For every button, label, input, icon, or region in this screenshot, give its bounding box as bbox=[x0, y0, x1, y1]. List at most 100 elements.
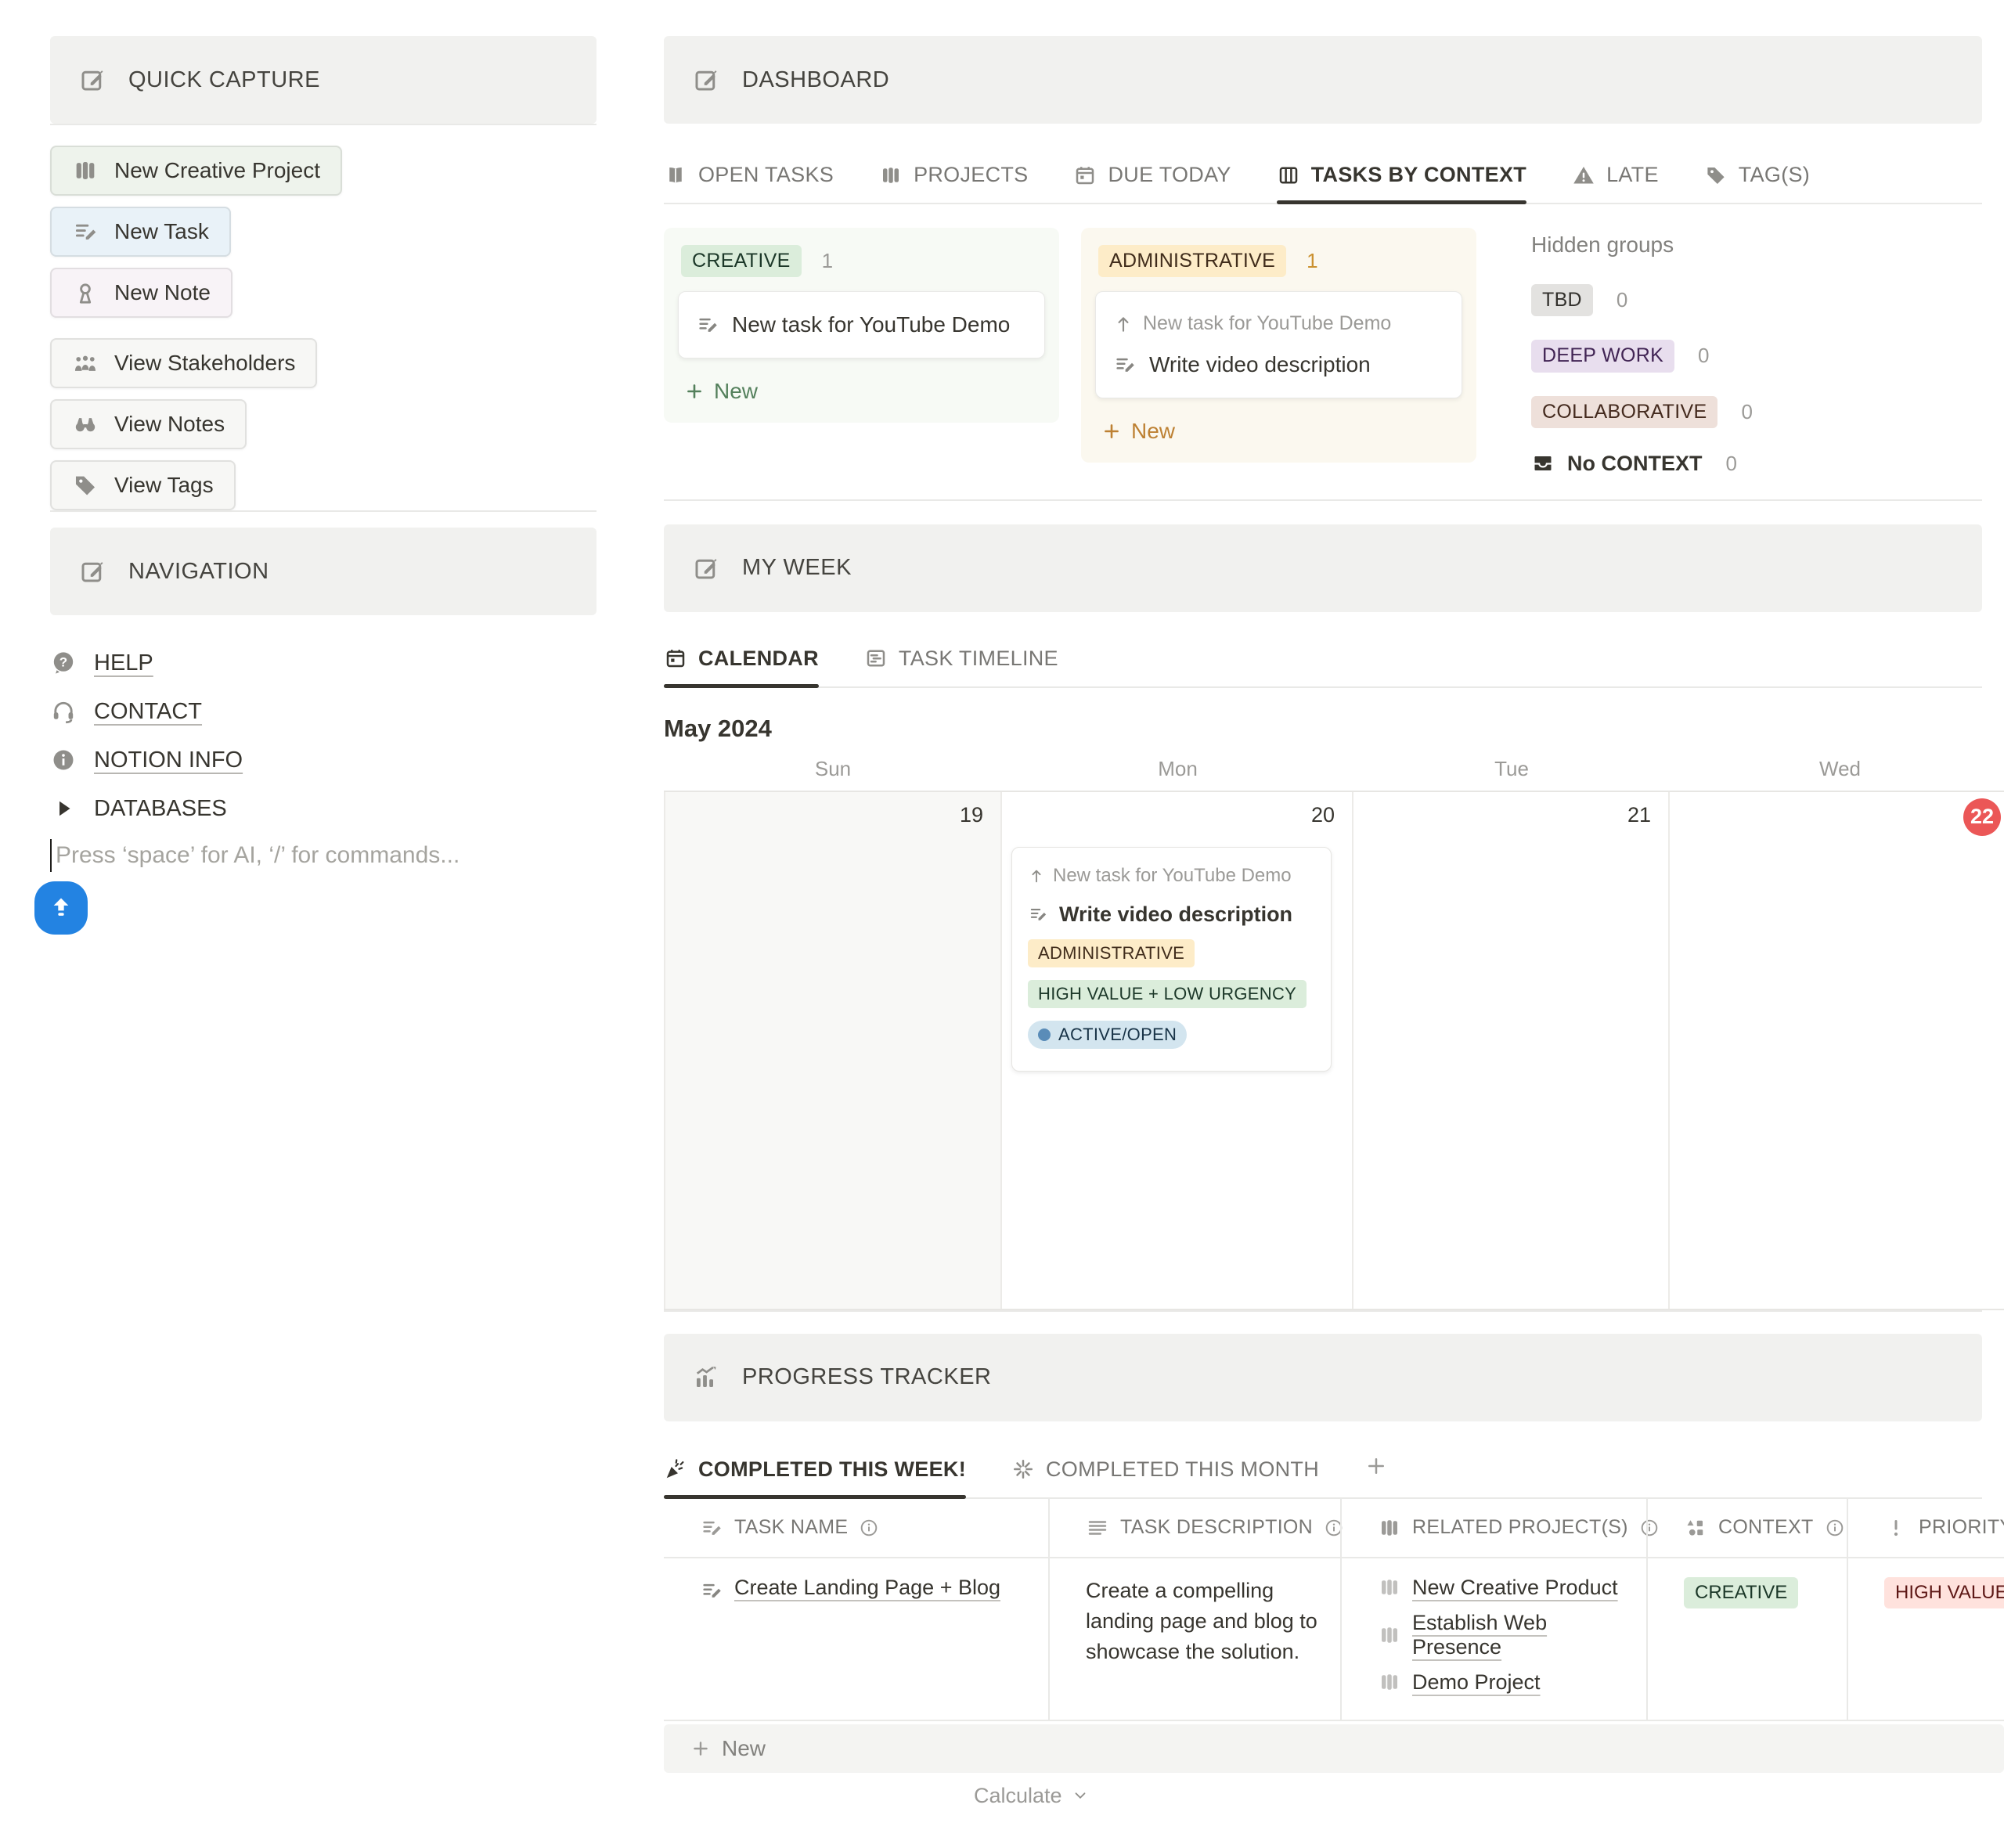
ai-badge-button[interactable] bbox=[34, 881, 88, 935]
priority-tag: HIGH VALUE + bbox=[1884, 1577, 2004, 1608]
add-view-button[interactable] bbox=[1364, 1454, 1388, 1497]
calendar-cell-mon-20[interactable]: 20 New task for YouTube Demo Write video… bbox=[1002, 792, 1353, 1309]
my-week-view-tabs: CALENDAR TASK TIMELINE bbox=[664, 647, 1982, 688]
new-creative-project-button[interactable]: New Creative Project bbox=[50, 146, 342, 196]
hidden-groups-title: Hidden groups bbox=[1531, 232, 1753, 258]
calendar-day-headers: Sun Mon Tue Wed bbox=[664, 757, 2004, 781]
hidden-group-deep-work[interactable]: DEEP WORK 0 bbox=[1531, 340, 1753, 372]
progress-tracker-title: PROGRESS TRACKER bbox=[742, 1364, 991, 1390]
board-new-button[interactable]: New bbox=[678, 379, 1045, 404]
sparkle-icon bbox=[1011, 1457, 1035, 1481]
dashboard-view-tabs: OPEN TASKS PROJECTS DUE TODAY TASKS BY C… bbox=[664, 163, 1982, 204]
my-week-title: MY WEEK bbox=[742, 555, 852, 581]
notion-info-link[interactable]: NOTION INFO bbox=[50, 736, 597, 784]
cell-related-projects: New Creative Product Establish Web Prese… bbox=[1340, 1558, 1646, 1720]
day-header: Wed bbox=[1670, 757, 2004, 781]
tab-tags[interactable]: TAG(S) bbox=[1704, 163, 1810, 203]
project-link[interactable]: Establish Web Presence bbox=[1378, 1611, 1627, 1659]
help-link[interactable]: ? HELP bbox=[50, 639, 597, 687]
new-task-button[interactable]: New Task bbox=[50, 207, 231, 257]
view-shortcuts: View Stakeholders View Notes View Tags bbox=[50, 338, 597, 510]
tab-label: CALENDAR bbox=[698, 647, 819, 671]
column-header-task-name[interactable]: TASK NAME bbox=[664, 1499, 1048, 1557]
books-icon bbox=[1378, 1623, 1401, 1647]
status-label: ACTIVE/OPEN bbox=[1058, 1025, 1177, 1045]
context-board: CREATIVE 1 New task for YouTube Demo New… bbox=[664, 228, 2004, 499]
date-number: 20 bbox=[1311, 803, 1335, 827]
plus-icon bbox=[1364, 1454, 1388, 1478]
cell-priority[interactable]: HIGH VALUE + bbox=[1847, 1558, 2004, 1720]
column-header: CREATIVE 1 bbox=[678, 242, 1045, 291]
calculate-button[interactable]: Calculate bbox=[974, 1784, 2004, 1808]
calendar-cell-wed-22[interactable]: 22 bbox=[1670, 792, 2004, 1309]
contact-link[interactable]: CONTACT bbox=[50, 687, 597, 736]
headset-icon bbox=[50, 698, 77, 725]
calendar-event-card[interactable]: New task for YouTube Demo Write video de… bbox=[1011, 847, 1332, 1072]
editor-placeholder-line[interactable]: Press ‘space’ for AI, ‘/’ for commands..… bbox=[50, 839, 597, 872]
tab-calendar[interactable]: CALENDAR bbox=[664, 647, 819, 686]
new-note-button[interactable]: New Note bbox=[50, 268, 232, 318]
view-tags-button[interactable]: View Tags bbox=[50, 460, 236, 510]
task-link[interactable]: Create Landing Page + Blog bbox=[700, 1576, 1029, 1602]
warning-icon bbox=[1572, 164, 1595, 187]
books-icon bbox=[72, 157, 99, 184]
tab-late[interactable]: LATE bbox=[1572, 163, 1659, 203]
event-title-row: Write video description bbox=[1028, 902, 1315, 927]
edit-icon bbox=[78, 66, 106, 94]
calendar-cell-sun-19[interactable]: 19 bbox=[664, 792, 1002, 1309]
hidden-group-tbd[interactable]: TBD 0 bbox=[1531, 284, 1753, 316]
hidden-group-collaborative[interactable]: COLLABORATIVE 0 bbox=[1531, 396, 1753, 428]
info-icon bbox=[50, 747, 77, 773]
task-card-title-row: Write video description bbox=[1113, 352, 1444, 377]
databases-toggle[interactable]: DATABASES bbox=[50, 784, 597, 833]
cell-context[interactable]: CREATIVE bbox=[1646, 1558, 1847, 1720]
tab-due-today[interactable]: DUE TODAY bbox=[1073, 163, 1231, 203]
tab-label: TASKS BY CONTEXT bbox=[1311, 163, 1526, 187]
people-icon bbox=[72, 350, 99, 376]
progress-view-tabs: COMPLETED THIS WEEK! COMPLETED THIS MONT… bbox=[664, 1454, 1982, 1499]
tab-label: TAG(S) bbox=[1739, 163, 1810, 187]
plus-icon bbox=[690, 1738, 711, 1759]
view-notes-button[interactable]: View Notes bbox=[50, 399, 247, 449]
project-link[interactable]: New Creative Product bbox=[1378, 1576, 1627, 1600]
column-header-task-description[interactable]: TASK DESCRIPTION bbox=[1048, 1499, 1340, 1557]
hidden-group-no-context[interactable]: No CONTEXT 0 bbox=[1531, 452, 1753, 476]
tab-task-timeline[interactable]: TASK TIMELINE bbox=[864, 647, 1058, 686]
button-label: New Creative Project bbox=[114, 158, 320, 183]
notion-dashboard-page: { "colors": { "accent_today_red": "#eb57… bbox=[0, 0, 2004, 1848]
calendar-cell-tue-21[interactable]: 21 bbox=[1353, 792, 1670, 1309]
tab-tasks-by-context[interactable]: TASKS BY CONTEXT bbox=[1277, 163, 1526, 203]
tab-projects[interactable]: PROJECTS bbox=[879, 163, 1028, 203]
group-tag: DEEP WORK bbox=[1531, 340, 1674, 372]
chevron-down-icon bbox=[1072, 1787, 1089, 1804]
tag-icon bbox=[1704, 164, 1728, 187]
project-link[interactable]: Demo Project bbox=[1378, 1670, 1627, 1695]
date-number: 21 bbox=[1627, 803, 1651, 827]
event-parent: New task for YouTube Demo bbox=[1053, 865, 1292, 887]
task-name: Create Landing Page + Blog bbox=[734, 1576, 1000, 1600]
column-header-related-projects[interactable]: RELATED PROJECT(S) bbox=[1340, 1499, 1646, 1557]
column-count: 1 bbox=[1307, 249, 1317, 273]
column-header-priority[interactable]: PRIORITY bbox=[1847, 1499, 2004, 1557]
task-card[interactable]: New task for YouTube Demo Write video de… bbox=[1095, 291, 1462, 398]
board-new-button[interactable]: New bbox=[1095, 419, 1462, 444]
tab-open-tasks[interactable]: OPEN TASKS bbox=[664, 163, 834, 203]
table-new-row-button[interactable]: New bbox=[664, 1724, 2004, 1773]
task-card[interactable]: New task for YouTube Demo bbox=[678, 291, 1045, 358]
column-label: CONTEXT bbox=[1718, 1516, 1814, 1539]
cell-task-description[interactable]: Create a compelling landing page and blo… bbox=[1048, 1558, 1340, 1720]
tab-label: LATE bbox=[1606, 163, 1659, 187]
column-header-context[interactable]: CONTEXT bbox=[1646, 1499, 1847, 1557]
tab-label: DUE TODAY bbox=[1108, 163, 1231, 187]
task-card-title: New task for YouTube Demo bbox=[732, 312, 1010, 337]
view-stakeholders-button[interactable]: View Stakeholders bbox=[50, 338, 317, 388]
tab-completed-this-month[interactable]: COMPLETED THIS MONTH bbox=[1011, 1457, 1319, 1497]
date-number: 19 bbox=[960, 803, 983, 827]
tab-completed-this-week[interactable]: COMPLETED THIS WEEK! bbox=[664, 1457, 966, 1497]
group-count: 0 bbox=[1726, 452, 1737, 476]
event-title: Write video description bbox=[1059, 902, 1292, 927]
books-icon bbox=[879, 164, 903, 187]
help-icon: ? bbox=[50, 650, 77, 676]
new-label: New bbox=[722, 1736, 766, 1761]
task-icon bbox=[696, 313, 719, 337]
